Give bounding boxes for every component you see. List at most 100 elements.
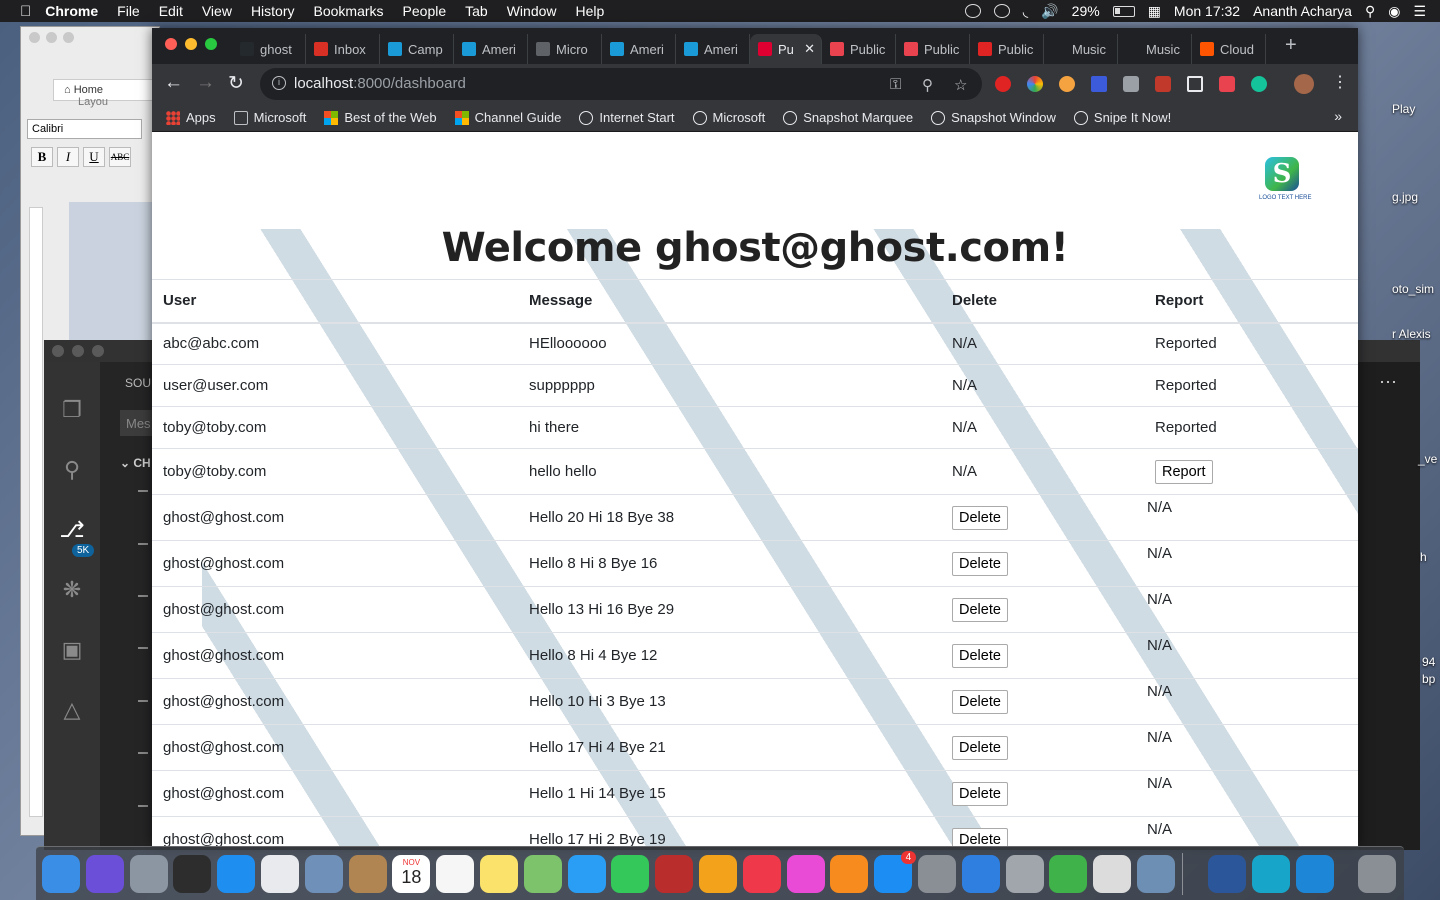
calendar-icon[interactable]: ▦ [1148, 3, 1161, 20]
bookmark-item[interactable]: Internet Start [579, 110, 675, 125]
notification-center-icon[interactable]: ☰ [1413, 3, 1426, 20]
delete-button[interactable]: Delete [952, 643, 1008, 668]
close-icon[interactable] [52, 345, 64, 357]
bookmark-item[interactable]: Microsoft [233, 110, 306, 125]
apple-menu-icon[interactable]:  [20, 3, 31, 20]
browser-tab[interactable]: Ameri [454, 34, 528, 64]
close-window-icon[interactable] [165, 38, 177, 50]
delete-button[interactable]: Delete [952, 781, 1008, 806]
menu-view[interactable]: View [202, 3, 232, 19]
image-capture-icon[interactable] [1137, 855, 1175, 893]
file-line[interactable] [138, 752, 148, 754]
delete-button[interactable]: Delete [952, 735, 1008, 760]
browser-tab[interactable]: Music [1044, 34, 1118, 64]
desktop-file-label[interactable]: Play [1392, 102, 1415, 116]
grammarly-icon[interactable] [1251, 76, 1267, 92]
safari-icon[interactable] [217, 855, 256, 893]
minimize-window-icon[interactable] [185, 38, 197, 50]
bookmark-item[interactable]: Snapshot Window [931, 110, 1056, 125]
report-button[interactable]: Report [1155, 459, 1213, 484]
bookmark-item[interactable]: Best of the Web [324, 110, 437, 125]
photo-booth-icon[interactable] [173, 855, 212, 893]
menu-window[interactable]: Window [507, 3, 557, 19]
browser-tab[interactable]: Ameri [676, 34, 750, 64]
clock[interactable]: Mon 17:32 [1174, 3, 1240, 19]
desktop-file-label[interactable]: r Alexis [1392, 327, 1431, 341]
menu-history[interactable]: History [251, 3, 295, 19]
browser-tab[interactable]: Pu ✕ [750, 34, 822, 64]
user-name[interactable]: Ananth Acharya [1253, 3, 1352, 19]
desktop-file-label[interactable]: _ve [1418, 452, 1437, 466]
bookmark-star-icon[interactable]: ☆ [954, 76, 967, 94]
volume-icon[interactable]: 🔊 [1041, 3, 1058, 20]
more-actions-icon[interactable]: ⋯ [1379, 372, 1397, 393]
sync-icon[interactable] [964, 4, 981, 18]
strikethrough-icon[interactable]: ABC [109, 147, 131, 167]
address-bar[interactable]: i localhost:8000/dashboard ⚿ ⚲ ☆ [260, 68, 982, 100]
delete-button[interactable]: Delete [952, 505, 1008, 530]
more-bookmarks-icon[interactable]: » [1334, 108, 1342, 124]
delete-button[interactable]: Delete [952, 551, 1008, 576]
finder-icon[interactable] [42, 855, 80, 893]
menu-file[interactable]: File [117, 3, 140, 19]
app-menu[interactable]: Chrome [45, 3, 98, 19]
time-machine-icon[interactable] [993, 4, 1010, 18]
close-icon[interactable] [29, 32, 40, 43]
text-edit-icon[interactable] [1093, 855, 1132, 893]
bookmark-icon[interactable] [1187, 76, 1203, 92]
books-icon[interactable] [830, 855, 869, 893]
maps-icon[interactable] [523, 855, 562, 893]
extensions-icon[interactable]: ▣ [58, 636, 86, 664]
photos-icon[interactable] [699, 855, 737, 893]
facetime-icon[interactable] [611, 855, 650, 893]
delete-button[interactable]: Delete [952, 597, 1008, 622]
reminders-icon[interactable] [436, 855, 475, 893]
menu-tab[interactable]: Tab [465, 3, 488, 19]
browser-tab[interactable]: Micro [528, 34, 602, 64]
script-editor-icon[interactable] [1005, 855, 1044, 893]
browser-tab[interactable]: Public [896, 34, 970, 64]
extension-icon[interactable] [1027, 76, 1043, 92]
desktop-file-label[interactable]: h [1420, 550, 1427, 564]
preview-icon[interactable] [304, 855, 343, 893]
menu-help[interactable]: Help [576, 3, 605, 19]
launchpad-icon[interactable] [129, 855, 168, 893]
file-line[interactable] [138, 543, 148, 545]
siri-icon[interactable] [85, 855, 124, 893]
extension-icon[interactable] [1091, 76, 1107, 92]
explorer-icon[interactable]: ❐ [58, 396, 86, 424]
file-line[interactable] [138, 700, 148, 702]
screen-recorder-icon[interactable] [1252, 855, 1290, 893]
extension-icon[interactable] [995, 76, 1011, 92]
messages-icon[interactable] [567, 855, 606, 893]
file-line[interactable] [138, 647, 148, 649]
system-preferences-icon[interactable] [918, 855, 956, 893]
spotlight-search-icon[interactable]: ⚲ [1365, 3, 1375, 20]
trash-icon[interactable] [1358, 855, 1396, 893]
extension-icon[interactable] [1059, 76, 1075, 92]
bookmark-item[interactable]: Microsoft [692, 110, 765, 125]
zoom-icon[interactable] [63, 32, 74, 43]
desktop-file-label[interactable]: g.jpg [1392, 190, 1418, 204]
zoom-window-icon[interactable] [205, 38, 217, 50]
notes-icon[interactable] [480, 855, 518, 893]
photo-app-icon[interactable] [655, 855, 694, 893]
extension-icon[interactable] [1219, 76, 1235, 92]
menu-bookmarks[interactable]: Bookmarks [314, 3, 384, 19]
delete-button[interactable]: Delete [952, 689, 1008, 714]
bookmark-item[interactable]: Apps [166, 110, 216, 125]
forward-icon[interactable]: → [196, 72, 215, 94]
bookmark-item[interactable]: Channel Guide [454, 110, 561, 125]
calendar-icon[interactable]: NOV 18 [392, 855, 431, 893]
bookmark-item[interactable]: Snipe It Now! [1073, 110, 1171, 125]
app-store-icon[interactable]: 4 [874, 851, 917, 893]
test-flask-icon[interactable]: △ [58, 696, 86, 724]
chrome-icon[interactable] [261, 855, 299, 893]
more-menu-icon[interactable]: ⋮ [1332, 72, 1348, 92]
battery-icon[interactable] [1112, 5, 1135, 17]
desktop-file-label[interactable]: 94 [1422, 655, 1435, 669]
browser-tab[interactable]: Ameri [602, 34, 676, 64]
browser-tab[interactable]: ghost [232, 34, 306, 64]
profile-avatar[interactable] [1294, 74, 1314, 94]
search-icon[interactable]: ⚲ [58, 456, 86, 484]
